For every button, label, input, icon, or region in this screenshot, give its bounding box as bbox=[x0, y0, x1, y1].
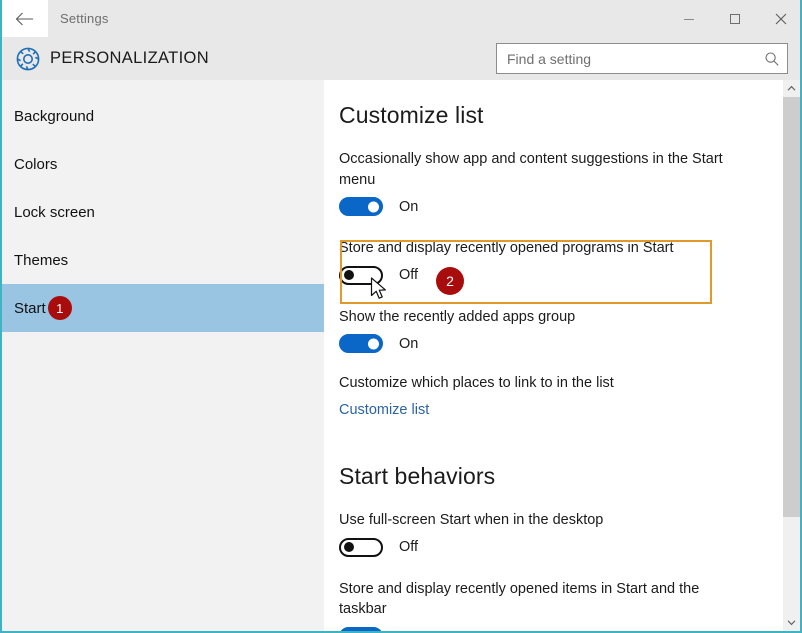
toggle-knob bbox=[368, 201, 379, 213]
sidebar-item-colors[interactable]: Colors bbox=[2, 140, 324, 188]
page-title: PERSONALIZATION bbox=[50, 49, 209, 67]
setting-label-app-suggestions: Occasionally show app and content sugges… bbox=[339, 151, 723, 188]
chevron-up-icon bbox=[787, 85, 796, 91]
toggle-fullscreen-start[interactable] bbox=[339, 537, 383, 557]
toggle-recent-programs[interactable] bbox=[339, 265, 383, 285]
minimize-button[interactable] bbox=[666, 0, 712, 37]
sidebar-item-label: Start bbox=[14, 299, 46, 317]
maximize-button[interactable] bbox=[712, 0, 758, 37]
toggle-knob bbox=[344, 270, 354, 281]
setting-label-fullscreen-start: Use full-screen Start when in the deskto… bbox=[339, 512, 604, 529]
sidebar-item-label: Background bbox=[14, 107, 95, 125]
section-heading-start-behaviors: Start behaviors bbox=[339, 463, 496, 490]
section-heading-customize-list: Customize list bbox=[339, 102, 484, 128]
gear-icon bbox=[14, 45, 42, 73]
setting-row-recently-added-apps: On bbox=[339, 334, 800, 354]
search-box[interactable] bbox=[496, 43, 788, 74]
page-header: PERSONALIZATION bbox=[2, 37, 800, 80]
window-controls bbox=[666, 0, 800, 37]
sidebar-item-background[interactable]: Background bbox=[2, 92, 324, 140]
back-arrow-icon bbox=[15, 12, 33, 25]
scrollbar-thumb[interactable] bbox=[783, 97, 800, 517]
settings-window: Settings PERSONALIZATION Find a setting … bbox=[0, 0, 802, 633]
maximize-icon bbox=[730, 13, 740, 24]
setting-label-recent-programs: Store and display recently opened progra… bbox=[339, 240, 674, 257]
search-input[interactable] bbox=[497, 44, 757, 73]
title-bar: Settings bbox=[2, 0, 800, 37]
window-title: Settings bbox=[60, 11, 109, 26]
customize-list-link[interactable]: Customize list bbox=[339, 402, 429, 418]
setting-label-recent-items: Store and display recently opened items … bbox=[339, 580, 700, 618]
toggle-state-label: Off bbox=[399, 267, 419, 284]
toggle-recently-added-apps[interactable] bbox=[339, 334, 383, 354]
toggle-app-suggestions[interactable] bbox=[339, 197, 383, 217]
toggle-state-label: On bbox=[399, 629, 418, 631]
scrollbar-track[interactable] bbox=[783, 97, 800, 614]
setting-row-recent-programs: Off bbox=[339, 265, 800, 285]
setting-row-recent-items: On bbox=[339, 627, 800, 631]
sidebar-item-themes[interactable]: Themes bbox=[2, 236, 324, 284]
close-icon bbox=[775, 13, 787, 24]
step-badge-2: 2 bbox=[436, 267, 464, 295]
vertical-scrollbar[interactable] bbox=[783, 80, 800, 631]
toggle-state-label: Off bbox=[399, 539, 419, 556]
sidebar-item-label: Themes bbox=[14, 251, 69, 269]
toggle-knob bbox=[344, 542, 354, 553]
sidebar: Background Colors Lock screen Themes Sta… bbox=[2, 80, 324, 631]
step-badge-1: 1 bbox=[47, 296, 72, 320]
chevron-down-icon bbox=[787, 620, 796, 626]
customize-places-description: Customize which places to link to in the… bbox=[339, 375, 614, 392]
toggle-state-label: On bbox=[399, 198, 419, 215]
sidebar-item-label: Colors bbox=[14, 155, 58, 173]
minimize-icon bbox=[684, 18, 694, 20]
close-button[interactable] bbox=[758, 0, 800, 37]
scroll-up-button[interactable] bbox=[783, 80, 800, 97]
back-button[interactable] bbox=[2, 0, 48, 37]
toggle-state-label: On bbox=[399, 335, 419, 352]
setting-label-recently-added-apps: Show the recently added apps group bbox=[339, 308, 576, 325]
sidebar-item-label: Lock screen bbox=[14, 203, 95, 221]
content-area: Background Colors Lock screen Themes Sta… bbox=[2, 80, 800, 631]
sidebar-item-start[interactable]: Start 1 bbox=[2, 284, 324, 332]
sidebar-item-lock-screen[interactable]: Lock screen bbox=[2, 188, 324, 236]
toggle-recent-items[interactable] bbox=[339, 627, 383, 631]
setting-row-fullscreen-start: Off bbox=[339, 537, 800, 557]
scroll-down-button[interactable] bbox=[783, 614, 800, 631]
toggle-knob bbox=[368, 338, 379, 350]
setting-row-app-suggestions: On bbox=[339, 197, 800, 217]
search-icon[interactable] bbox=[757, 44, 787, 73]
settings-pane: Customize list Occasionally show app and… bbox=[324, 80, 800, 631]
